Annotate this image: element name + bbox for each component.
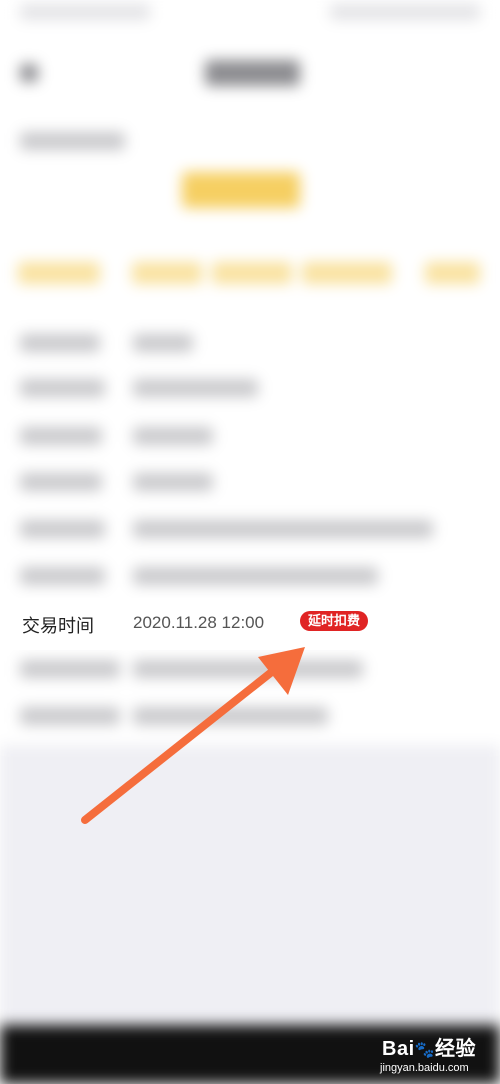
detail-row-value — [133, 334, 193, 352]
status-bar-left — [20, 4, 150, 20]
watermark-brand-suffix: 经验 — [435, 1038, 477, 1060]
detail-row-value — [133, 660, 363, 678]
tab-1[interactable] — [18, 262, 100, 284]
detail-row-label — [20, 473, 102, 491]
blurred-background-page — [0, 0, 500, 1084]
back-icon[interactable] — [20, 64, 38, 82]
detail-row-label — [20, 520, 105, 538]
baidu-paw-icon: 🐾 — [414, 1042, 436, 1059]
page-title — [205, 60, 300, 86]
tab-2[interactable] — [132, 262, 202, 284]
detail-row-value — [133, 427, 213, 445]
baidu-jingyan-watermark: Bai🐾经验 jingyan.baidu.com — [380, 1028, 498, 1082]
detail-row-label — [20, 334, 100, 352]
tab-4[interactable] — [302, 262, 392, 284]
watermark-brand-text: Bai — [382, 1038, 415, 1060]
section-heading — [20, 132, 125, 150]
tab-3[interactable] — [212, 262, 292, 284]
detail-row-value — [133, 473, 213, 491]
watermark-url: jingyan.baidu.com — [380, 1062, 469, 1074]
detail-row-label — [20, 379, 105, 397]
watermark-brand: Bai🐾经验 — [382, 1032, 476, 1061]
detail-row-label — [20, 707, 120, 725]
detail-row-value — [133, 379, 258, 397]
transaction-time-value: 2020.11.28 12:00 — [133, 613, 265, 632]
detail-row-value — [133, 520, 433, 538]
delayed-deduction-badge: 延时扣费 — [300, 611, 369, 631]
detail-row-label — [20, 660, 120, 678]
amount-display — [182, 172, 300, 208]
page-footer-area — [0, 745, 500, 1025]
detail-row-label — [20, 567, 105, 585]
detail-row-value — [133, 567, 378, 585]
status-bar-right — [330, 4, 480, 20]
tab-5[interactable] — [425, 262, 480, 284]
detail-row-value — [133, 707, 328, 725]
transaction-time-row: 交易时间 2020.11.28 12:00 延时扣费 — [0, 598, 385, 650]
detail-row-label — [20, 427, 102, 445]
transaction-time-label: 交易时间 — [22, 616, 94, 636]
